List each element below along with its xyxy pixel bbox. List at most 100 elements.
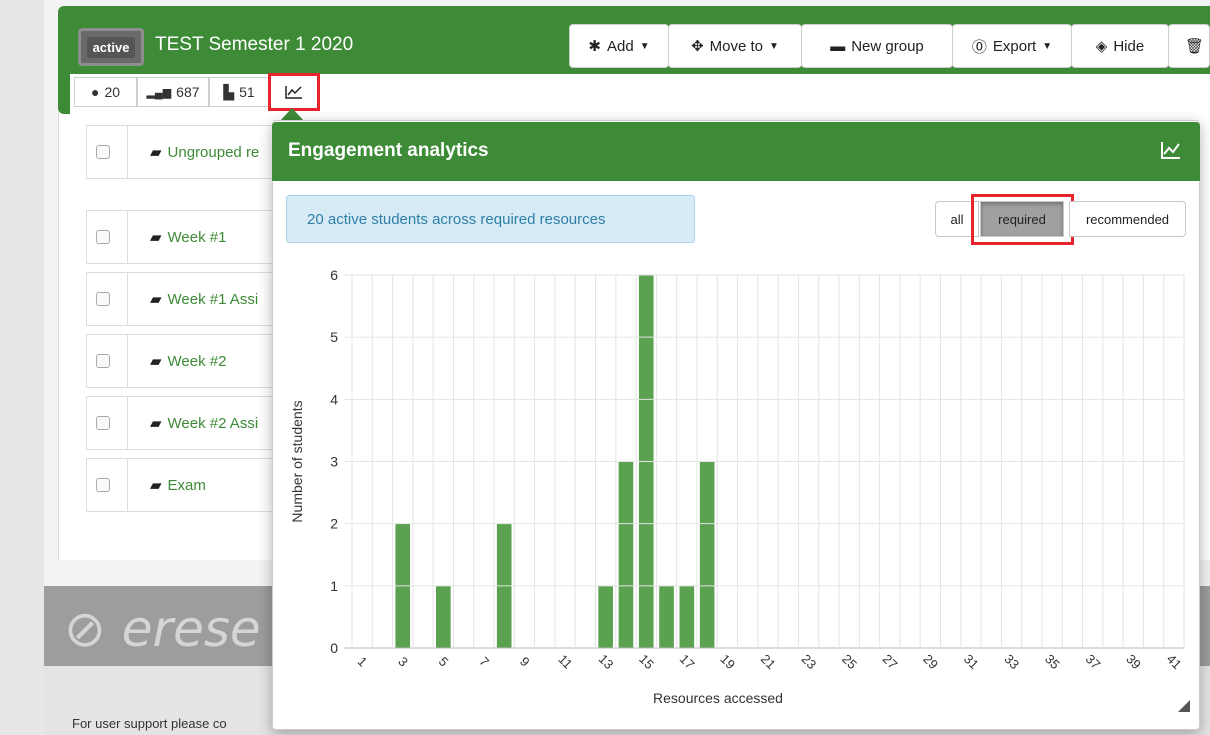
- popover-title: Engagement analytics: [288, 140, 489, 161]
- y-tick-label: 1: [330, 578, 338, 594]
- x-tick-label: 19: [717, 651, 738, 672]
- new-group-label: New group: [851, 37, 924, 55]
- add-button[interactable]: ✱ Add ▼: [569, 24, 669, 68]
- export-button[interactable]: ⓪ Export ▼: [952, 24, 1072, 68]
- caret-down-icon: ▼: [1042, 40, 1053, 52]
- group-label[interactable]: Exam: [168, 477, 206, 494]
- x-tick-label: 29: [920, 651, 941, 672]
- add-label: Add: [606, 37, 634, 55]
- row-divider: [127, 210, 128, 264]
- group-label[interactable]: Week #1: [168, 229, 227, 246]
- engagement-chart: 4139373533312927252321191715131197531654…: [289, 267, 1185, 706]
- move-to-button[interactable]: ✥ Move to ▼: [668, 24, 802, 68]
- resources-count-label: 51: [239, 84, 255, 100]
- students-count-label: 20: [104, 84, 121, 100]
- line-chart-icon: [1160, 140, 1182, 166]
- folder-open-icon: ▰: [150, 291, 162, 308]
- asterisk-icon: ✱: [588, 38, 601, 55]
- y-tick-label: 5: [330, 329, 338, 345]
- y-tick-label: 3: [330, 454, 338, 470]
- move-icon: ✥: [691, 38, 704, 55]
- activity-count[interactable]: ▂▄▆ 687: [137, 77, 209, 107]
- x-tick-label: 37: [1083, 651, 1104, 672]
- group-label[interactable]: Week #2 Assi: [168, 415, 259, 432]
- x-tick-label: 5: [436, 654, 452, 670]
- row-divider: [127, 458, 128, 512]
- bar: [436, 585, 451, 648]
- resources-count[interactable]: ▙ 51: [209, 77, 269, 107]
- list-item[interactable]: ▰ Exam: [86, 458, 276, 512]
- x-tick-label: 17: [677, 651, 698, 672]
- x-tick-label: 35: [1042, 651, 1063, 672]
- list-item[interactable]: ▰ Week #2 Assi: [86, 396, 276, 450]
- bar: [659, 585, 674, 648]
- hide-label: Hide: [1113, 37, 1145, 55]
- brand-logo-text: erese: [121, 600, 261, 658]
- x-tick-label: 7: [476, 654, 492, 670]
- info-alert: 20 active students across required resou…: [286, 195, 695, 243]
- row-checkbox[interactable]: [96, 230, 110, 244]
- filter-recommended-button[interactable]: recommended: [1069, 201, 1186, 237]
- y-tick-label: 0: [330, 640, 338, 656]
- x-tick-label: 3: [395, 654, 411, 670]
- trash-icon: 🗑: [1185, 38, 1205, 55]
- x-tick-label: 33: [1001, 651, 1022, 672]
- row-divider: [127, 272, 128, 326]
- hide-button[interactable]: ◈ Hide: [1071, 24, 1169, 68]
- status-badge-label: active: [86, 36, 136, 58]
- x-tick-label: 1: [355, 654, 371, 670]
- row-checkbox[interactable]: [96, 416, 110, 430]
- filter-required-button[interactable]: required: [980, 201, 1064, 237]
- user-icon: ●: [90, 84, 100, 100]
- resize-handle[interactable]: [1178, 700, 1190, 712]
- file-icon: ▙: [223, 83, 235, 100]
- x-tick-label: 25: [839, 651, 860, 672]
- y-tick-label: 2: [330, 516, 338, 532]
- x-tick-label: 15: [636, 651, 657, 672]
- bar: [699, 461, 715, 648]
- x-tick-label: 23: [799, 651, 820, 672]
- row-divider: [127, 334, 128, 388]
- row-checkbox[interactable]: [96, 478, 110, 492]
- bar: [618, 461, 634, 648]
- y-tick-label: 6: [330, 267, 338, 283]
- bar: [679, 585, 695, 648]
- export-label: Export: [992, 37, 1037, 55]
- export-circle-icon: ⓪: [971, 38, 987, 56]
- status-badge: active: [78, 28, 144, 66]
- group-label[interactable]: Week #2: [168, 353, 227, 370]
- y-axis-label: Number of students: [289, 400, 305, 522]
- group-label[interactable]: Week #1 Assi: [168, 291, 259, 308]
- x-tick-label: 39: [1123, 651, 1144, 672]
- folder-open-icon: ▰: [150, 144, 162, 161]
- list-item[interactable]: ▰ Week #2: [86, 334, 276, 388]
- students-count[interactable]: ● 20: [74, 77, 137, 107]
- support-text: For user support please co: [72, 716, 227, 731]
- analytics-toggle-button[interactable]: [268, 73, 320, 111]
- list-item[interactable]: ▰ Ungrouped re: [86, 125, 276, 179]
- row-divider: [127, 125, 128, 179]
- row-checkbox[interactable]: [96, 354, 110, 368]
- folder-open-icon: ▰: [150, 229, 162, 246]
- list-item[interactable]: ▰ Week #1: [86, 210, 276, 264]
- caret-down-icon: ▼: [769, 40, 779, 52]
- folder-open-icon: ▰: [150, 477, 162, 494]
- row-checkbox[interactable]: [96, 145, 110, 159]
- row-checkbox[interactable]: [96, 292, 110, 306]
- page-left-margin: [0, 0, 44, 735]
- folder-open-icon: ▰: [150, 353, 162, 370]
- x-tick-label: 11: [555, 652, 575, 672]
- caret-down-icon: ▼: [639, 40, 650, 52]
- x-axis-label: Resources accessed: [653, 690, 783, 706]
- course-title: TEST Semester 1 2020: [155, 34, 354, 55]
- x-tick-label: 41: [1164, 651, 1185, 672]
- delete-button[interactable]: 🗑: [1168, 24, 1210, 68]
- x-tick-label: 21: [758, 651, 779, 672]
- brand-logo: ⊘ erese: [64, 600, 261, 658]
- y-tick-label: 4: [330, 391, 338, 407]
- bar: [598, 585, 613, 648]
- new-group-button[interactable]: ▬ New group: [801, 24, 953, 68]
- list-item[interactable]: ▰ Week #1 Assi: [86, 272, 276, 326]
- group-label[interactable]: Ungrouped re: [168, 144, 260, 161]
- x-tick-label: 27: [880, 651, 901, 672]
